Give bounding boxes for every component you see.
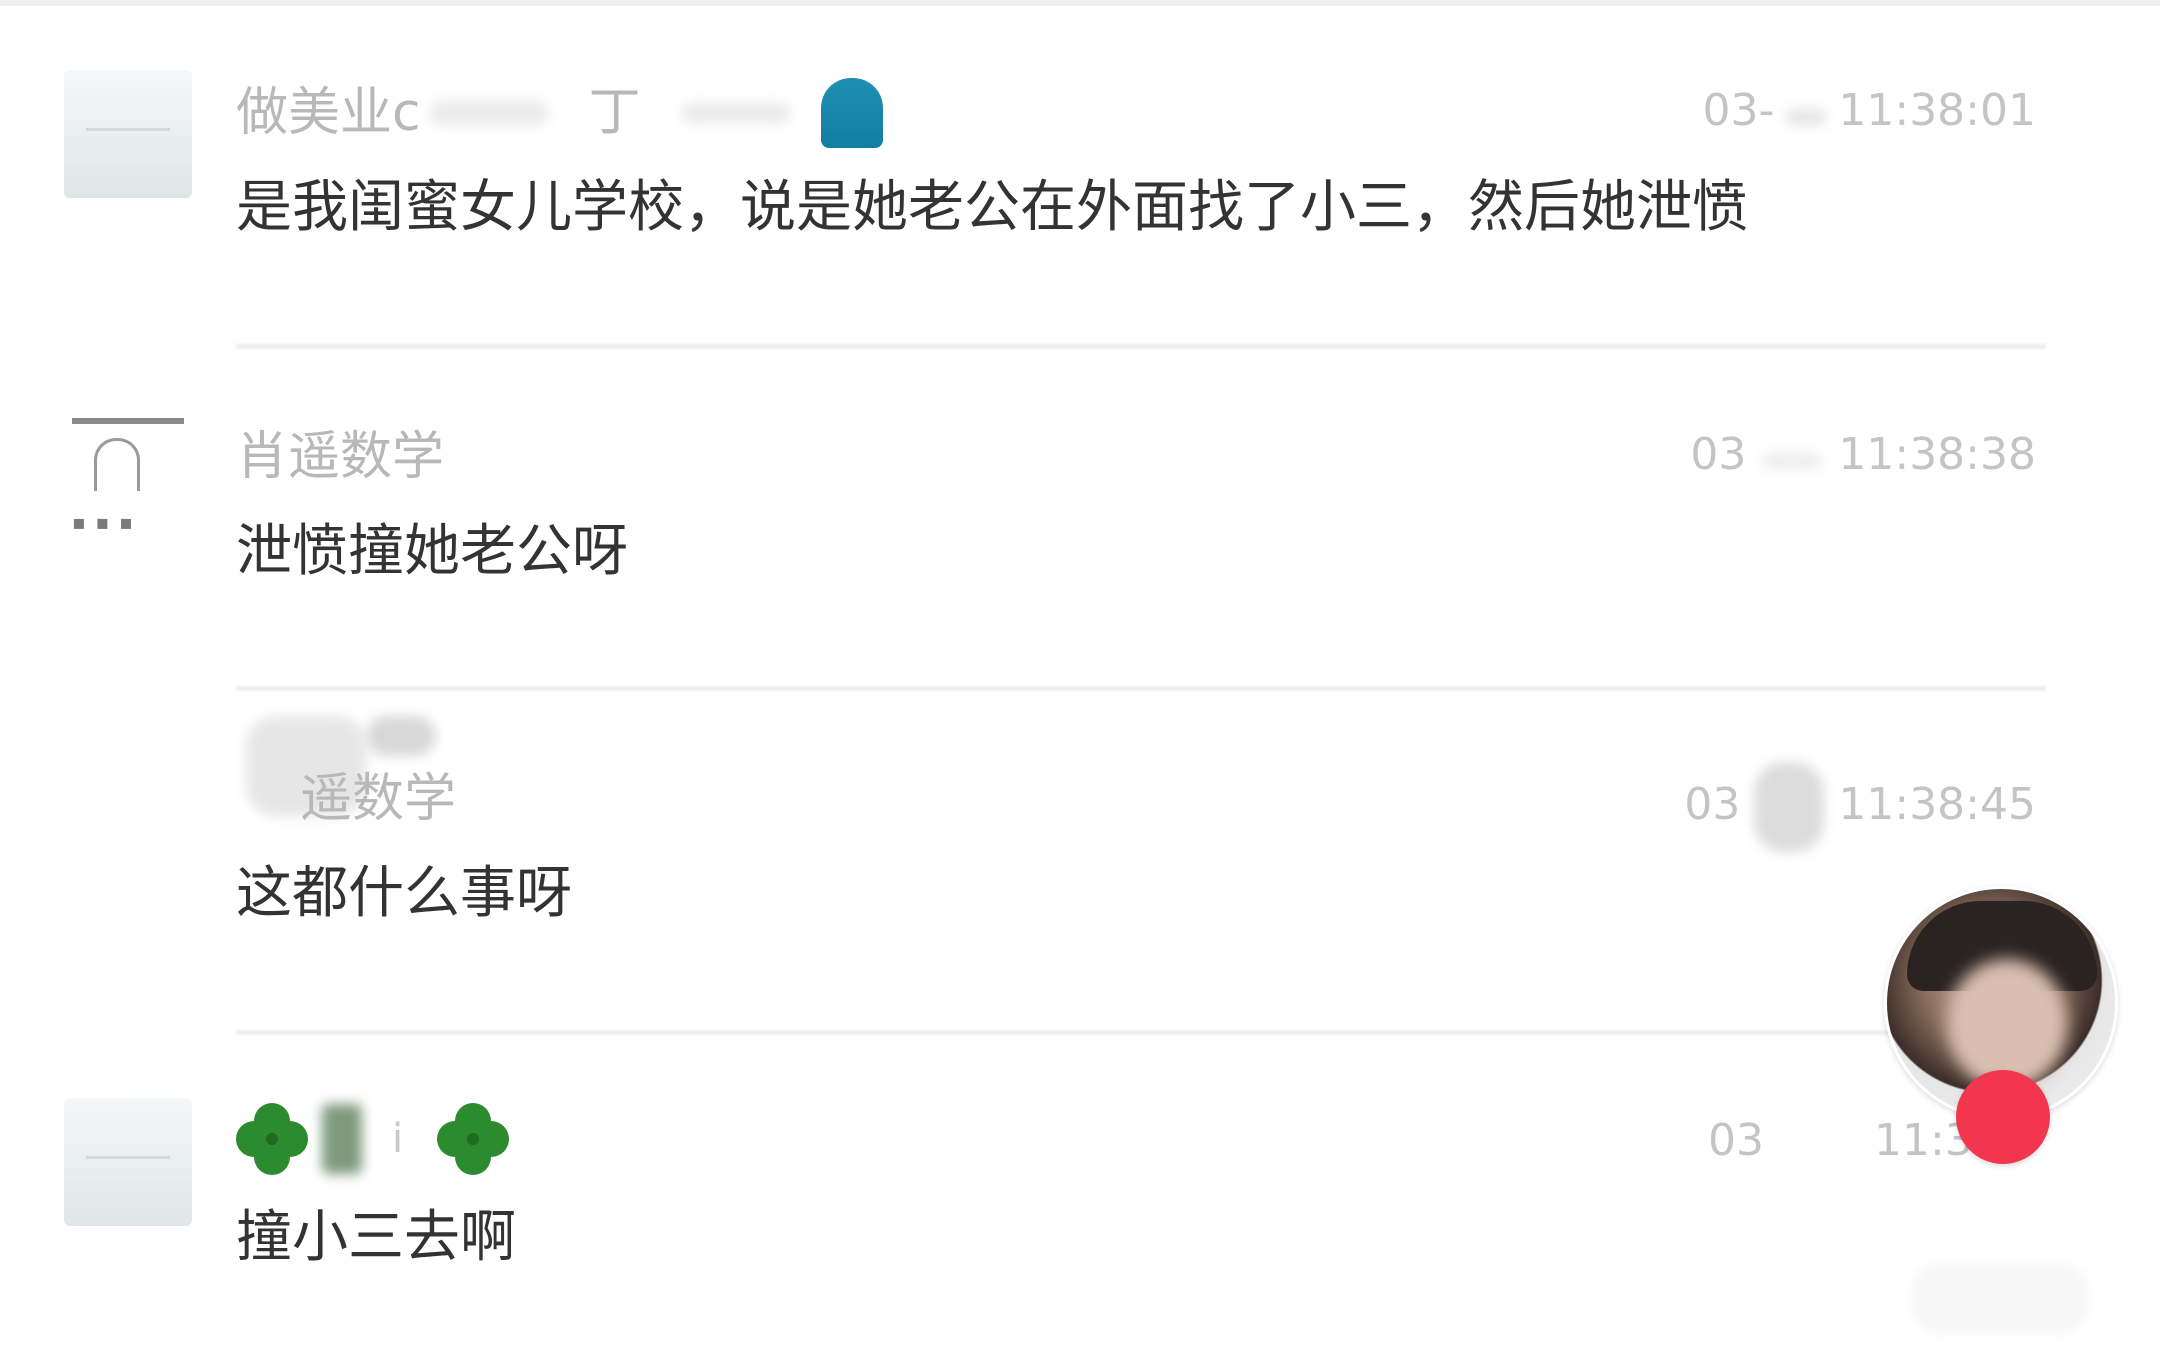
comment-item: ▪▪▪ 肖遥数学 03 11:38:38 泄愤撞她老公呀 xyxy=(0,344,2160,684)
timestamp-time: 11:38:01 xyxy=(1838,85,2036,136)
comment-item: i 03 11:3 撞小三去啊 xyxy=(0,1030,2160,1370)
four-leaf-clover-icon xyxy=(236,1103,308,1175)
comment-username[interactable]: i xyxy=(236,1103,510,1175)
blurred-name-segment xyxy=(428,100,549,126)
username-text: 肖遥数学 xyxy=(236,427,445,487)
user-avatar[interactable] xyxy=(64,1098,192,1226)
comment-timestamp: 03- 11:38:01 xyxy=(1703,76,2037,146)
username-tail: 丁 xyxy=(588,83,641,143)
comment-username[interactable]: 遥数学 xyxy=(300,764,456,834)
blurred-date-segment xyxy=(1762,453,1823,469)
comment-username[interactable]: 做美业c 丁 xyxy=(236,78,883,148)
avatar-marks: ▪▪▪ xyxy=(72,510,143,534)
user-avatar[interactable] xyxy=(64,70,192,198)
blurred-name-segment xyxy=(322,1104,362,1174)
comment-item: 做美业c 丁 03- 11:38:01 是我闺蜜女儿学校，说是她老公在外面找了小三… xyxy=(0,0,2160,340)
comment-timestamp: 03 11:3 xyxy=(1708,1106,1973,1176)
username-text: 遥数学 xyxy=(300,769,457,829)
comment-text: 泄愤撞她老公呀 xyxy=(236,519,628,584)
blurred-avatar-patch xyxy=(366,716,436,756)
comment-text: 这都什么事呀 xyxy=(236,861,572,926)
timestamp-time: 11:38:38 xyxy=(1838,429,2036,480)
timestamp-date: 03 xyxy=(1684,779,1741,830)
comment-username[interactable]: 肖遥数学 xyxy=(236,422,444,492)
wave-emoji-icon xyxy=(820,78,883,148)
timestamp-date: 03- xyxy=(1702,85,1775,136)
user-avatar[interactable] xyxy=(64,756,192,884)
username-text: 做美业c xyxy=(236,83,421,143)
avatar-header-band xyxy=(72,418,184,424)
comment-text: 撞小三去啊 xyxy=(236,1205,516,1270)
timestamp-date: 03 xyxy=(1708,1115,1764,1166)
timestamp-date: 03 xyxy=(1690,429,1747,480)
comment-timestamp: 03 11:38:38 xyxy=(1690,420,2036,490)
avatar-figure xyxy=(94,438,140,491)
comment-timestamp: 03 11:38:45 xyxy=(1684,762,2036,852)
blurred-date-segment xyxy=(1786,109,1827,125)
blurred-date-segment xyxy=(1754,762,1825,852)
comment-text: 是我闺蜜女儿学校，说是她老公在外面找了小三，然后她泄愤 xyxy=(236,175,1748,240)
corner-smudge xyxy=(1910,1264,2090,1334)
blurred-name-segment xyxy=(680,103,791,123)
username-text: i xyxy=(392,1116,404,1162)
timestamp-time: 11:38:45 xyxy=(1838,779,2036,830)
four-leaf-clover-icon xyxy=(437,1103,510,1175)
user-avatar[interactable]: ▪▪▪ xyxy=(64,410,192,538)
follow-button[interactable] xyxy=(1956,1070,2050,1164)
comment-item: 遥数学 03 11:38:45 这都什么事呀 xyxy=(0,686,2160,1026)
